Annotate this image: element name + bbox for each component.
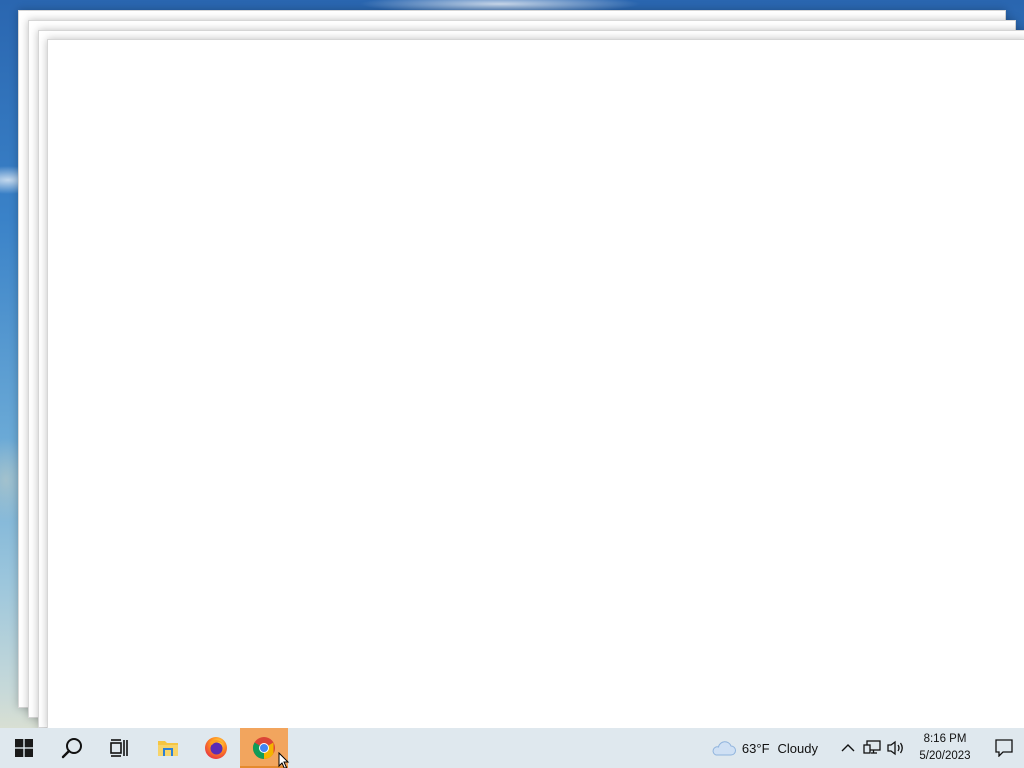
show-hidden-icons-button[interactable] — [836, 728, 860, 768]
chrome-icon — [253, 737, 275, 759]
file-explorer-button[interactable] — [144, 728, 192, 768]
task-view-button[interactable] — [96, 728, 144, 768]
notification-center-button[interactable] — [984, 728, 1024, 768]
volume-button[interactable] — [884, 728, 908, 768]
network-icon — [863, 740, 881, 754]
weather-temperature: 63°F — [741, 740, 770, 756]
clock-date: 5/20/2023 — [919, 750, 971, 762]
chevron-up-icon — [841, 744, 855, 752]
speaker-icon — [887, 740, 903, 756]
clock[interactable]: 8:16 PM 5/20/2023 — [910, 728, 980, 768]
system-tray: 63°F Cloudy 8:16 PM 5/20/2023 — [706, 728, 1024, 768]
cloud-icon — [712, 741, 736, 756]
weather-widget[interactable]: 63°F Cloudy — [706, 728, 824, 768]
windows-logo-icon — [15, 739, 33, 757]
network-button[interactable] — [860, 728, 884, 768]
weather-condition: Cloudy — [777, 740, 818, 756]
search-icon — [61, 738, 82, 759]
start-button[interactable] — [0, 728, 48, 768]
notification-icon — [995, 739, 1013, 757]
firefox-button[interactable] — [192, 728, 240, 768]
active-window-content[interactable] — [47, 39, 1024, 729]
task-view-icon — [110, 739, 128, 757]
search-button[interactable] — [48, 728, 96, 768]
clock-time: 8:16 PM — [923, 733, 967, 745]
taskbar: 63°F Cloudy 8:16 PM 5/20/2023 — [0, 728, 1024, 768]
mouse-cursor-icon — [278, 752, 290, 768]
firefox-icon — [205, 737, 227, 759]
folder-icon — [158, 741, 178, 756]
